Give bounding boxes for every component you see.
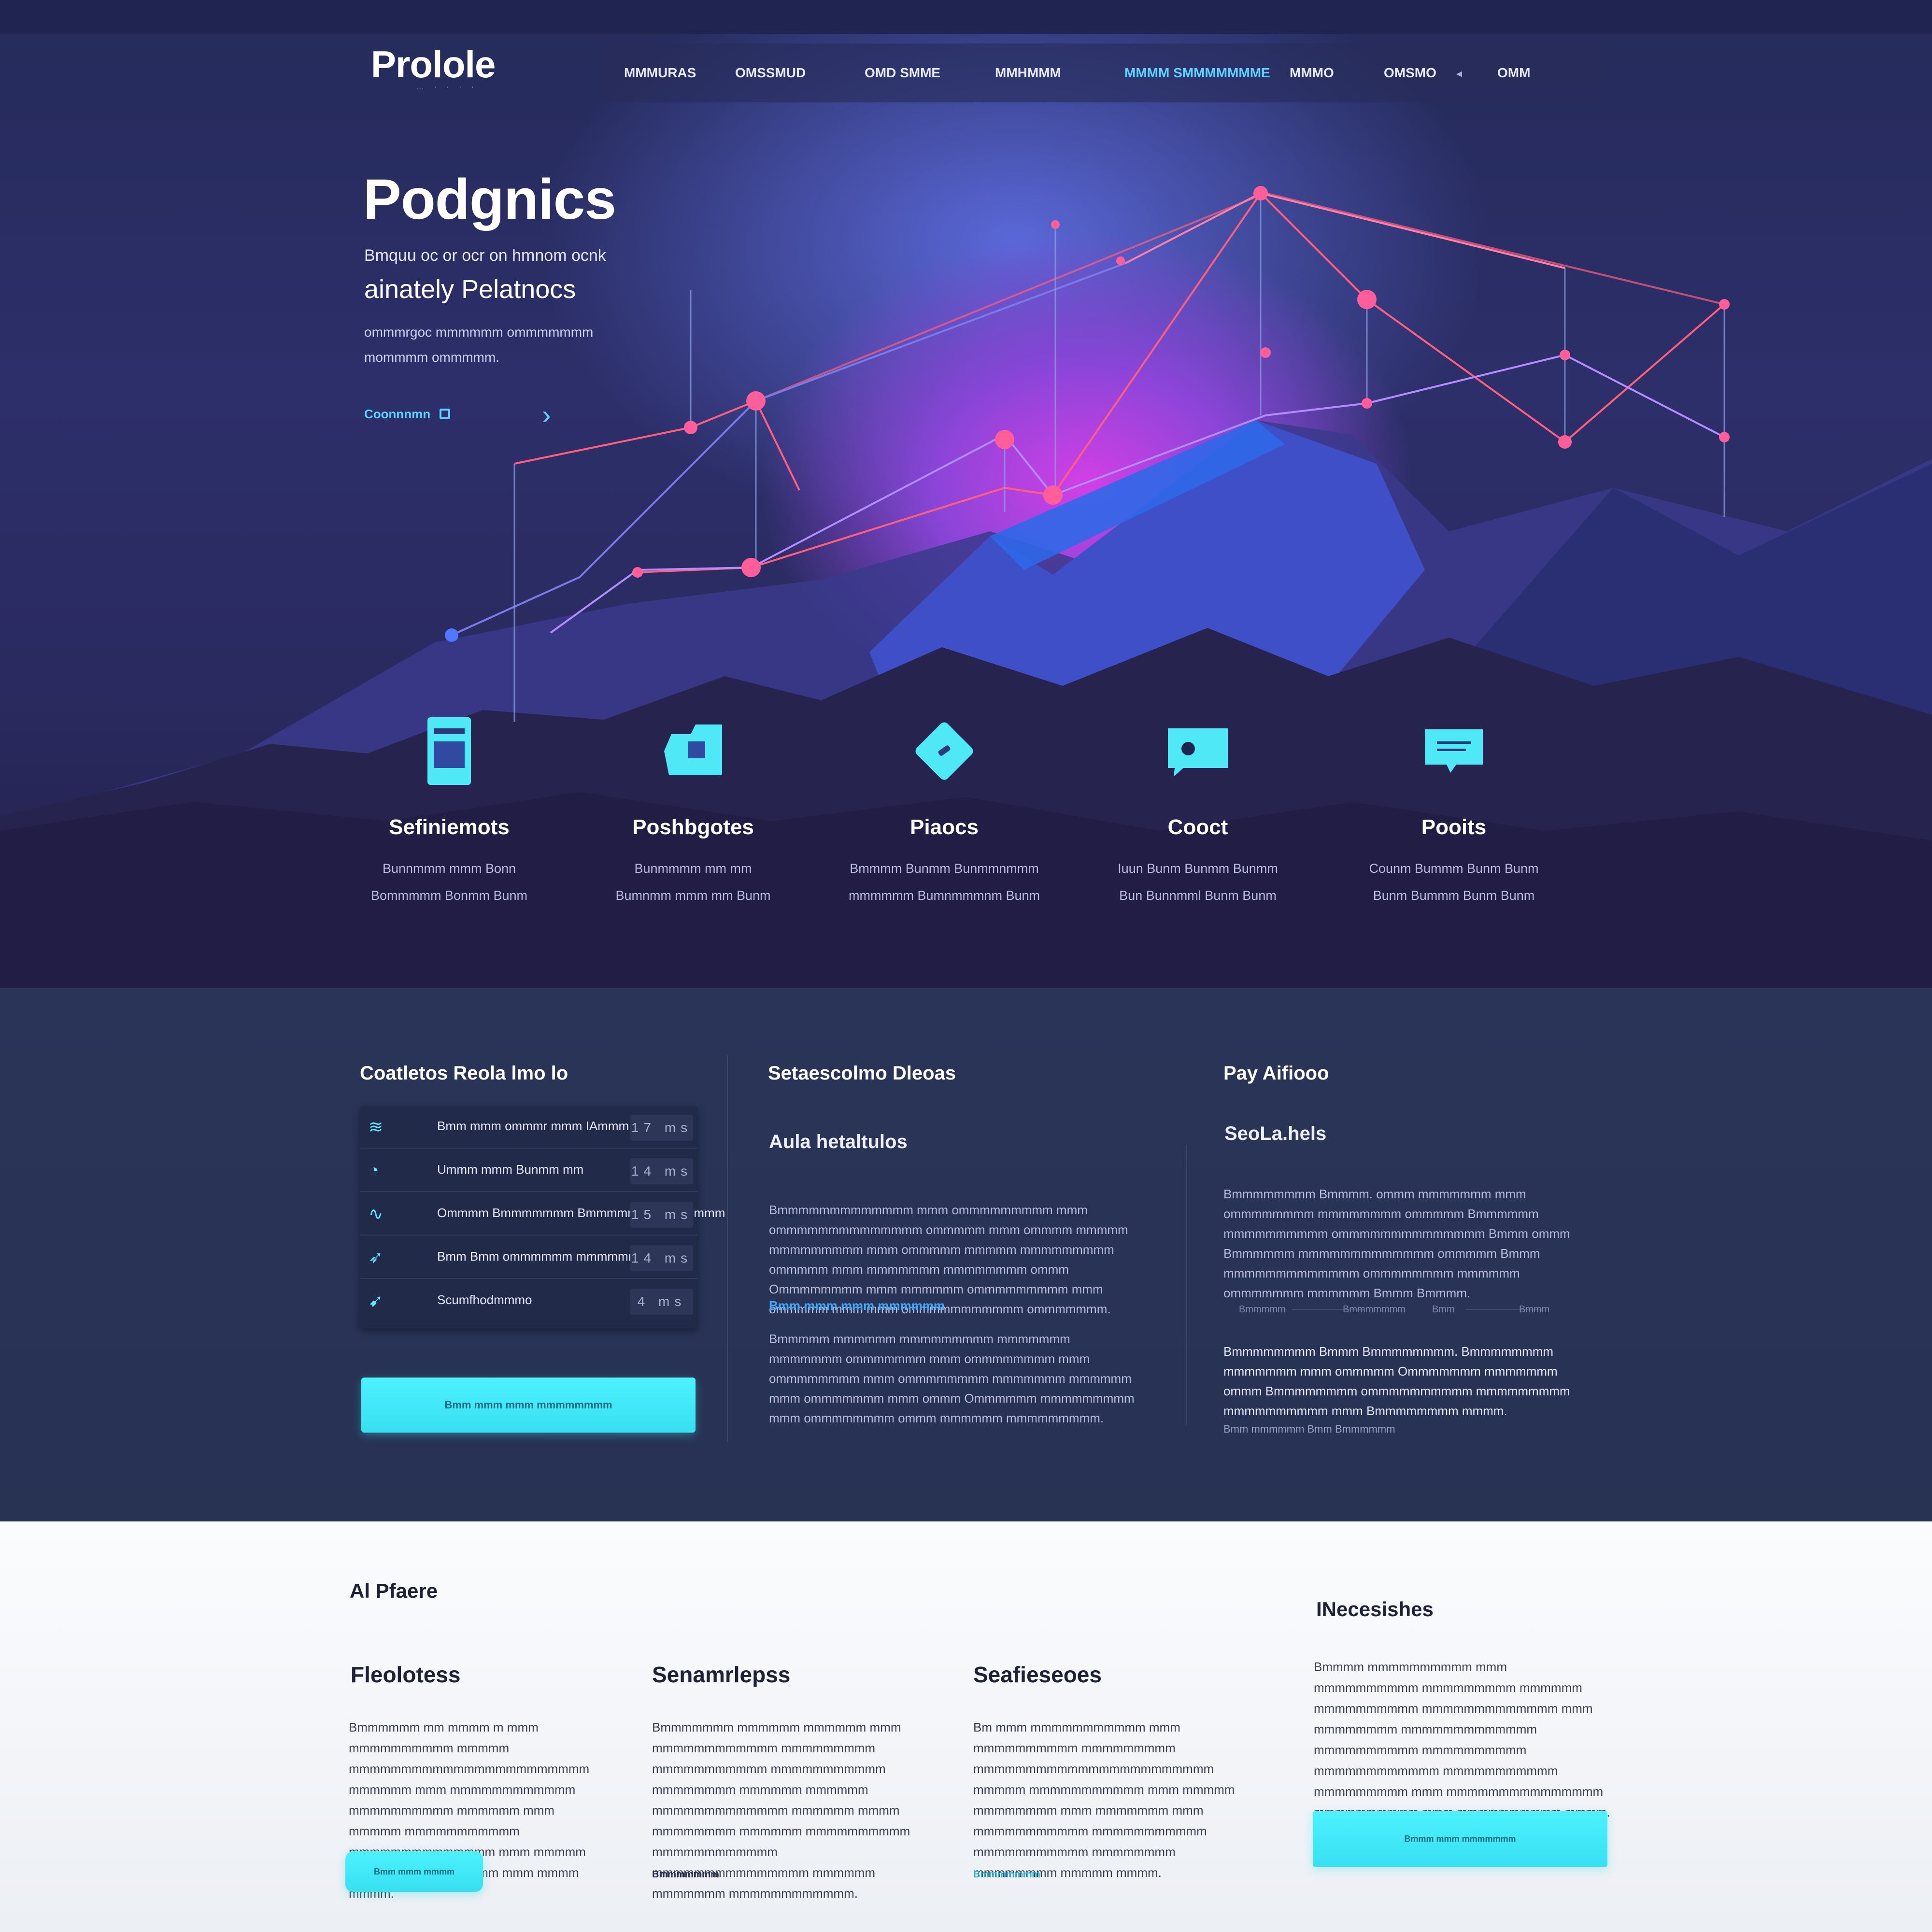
nav-item-4[interactable]: MMHMMM — [995, 65, 1061, 81]
tab[interactable]: Bmmmmm — [1239, 1304, 1286, 1315]
top-bar — [0, 0, 1932, 34]
feature-card[interactable]: Sefiniemots Bunnmmm mmm Bonn Bommmmm Bonm… — [338, 710, 560, 909]
feature-card[interactable]: Cooct Iuun Bunm Bunmm Bunmm Bun Bunnmml B… — [1087, 710, 1309, 909]
col3-footnote: Bmm mmmmmm Bmm Bmmmmmm — [1223, 1423, 1395, 1435]
gauge-icon: ◔ — [369, 1160, 379, 1180]
column-link[interactable]: Bmmmmmmm — [973, 1869, 1040, 1880]
tab[interactable]: Bmmm — [1519, 1304, 1549, 1315]
list-item[interactable]: ∿ Ommmm Bmmmmmmm Bmmmmmmmmm mmmm 15 ms — [360, 1193, 725, 1236]
nav-item-1[interactable]: MMMURAS — [624, 65, 696, 81]
nav-item-2[interactable]: OMSSMUD — [735, 65, 806, 81]
hero-subtitle: ainately Pelatnocs — [364, 275, 576, 304]
column-title: Senamrlepss — [652, 1662, 791, 1687]
nav-item-8[interactable]: OMM — [1497, 65, 1530, 81]
stats-list: ≋ Bmm mmm ommmr mmm IAmmm 17 ms ◔ Ummm m… — [360, 1106, 725, 1328]
feature-title: Poshbgotes — [632, 815, 754, 839]
list-item[interactable]: ◔ Ummm mmm Bunmm mm 14 ms — [360, 1150, 698, 1192]
hero-kicker: Bmquu oc or ocr on hmnom ocnk — [364, 246, 606, 265]
hero-title: Podgnics — [363, 168, 616, 231]
tab[interactable]: Bmm — [1432, 1304, 1455, 1315]
logo-tagline: … · · · · — [416, 83, 478, 91]
feature-card[interactable]: Poshbgotes Bunmmmm mm mm Bumnmm mmm mm Bu… — [582, 710, 804, 909]
col3-paragraph: Bmmmmmmmm Bmmmm. ommm mmmmmmm mmm ommmmm… — [1223, 1187, 1570, 1300]
feature-card[interactable]: Pooits Counm Bummm Bunm Bunm Bunm Bummm B… — [1343, 710, 1565, 909]
column-title: Fleolotess — [351, 1662, 461, 1687]
network-line-pink — [1125, 192, 1565, 269]
document-icon — [413, 710, 485, 792]
folder-icon — [657, 710, 729, 792]
divider — [727, 1055, 728, 1442]
signal-icon: ≋ — [369, 1117, 384, 1136]
list-item[interactable]: ➹ Scumfhodmmmo 4 ms — [360, 1280, 698, 1322]
feature-desc: Bunnmmm mmm Bonn Bommmmm Bonmm Bunm — [370, 861, 528, 903]
feature-title: Sefiniemots — [389, 815, 510, 839]
col2-subheading: Aula hetaltulos — [769, 1131, 908, 1152]
col2-heading: Setaescolmo Dleoas — [768, 1063, 956, 1084]
wave-icon: ∿ — [369, 1204, 384, 1223]
nav-item-6[interactable]: MMMO — [1290, 65, 1334, 81]
learn-more-button[interactable]: Bmm mmm mmmm — [345, 1851, 483, 1892]
nav-item-7[interactable]: OMSMO — [1384, 65, 1436, 81]
tab[interactable]: Bmmmmmmm — [1343, 1304, 1406, 1315]
feature-desc: Bmmmm Bunmm Bunmmnmmm mmmmmm Bumnmmmnm Bu… — [849, 861, 1040, 903]
cta-box-icon[interactable] — [440, 409, 450, 419]
feature-title: Piaocs — [910, 815, 979, 839]
column-link[interactable]: Bmmmmmmm — [652, 1869, 719, 1880]
feature-desc: Counm Bummm Bunm Bunm Bunm Bummm Bunm Bun… — [1369, 861, 1539, 903]
section-title: Al Pfaere — [350, 1579, 438, 1602]
diamond-icon — [908, 710, 980, 792]
col3-heading: Pay Aifiooo — [1223, 1063, 1329, 1084]
side-button[interactable]: Bmmm mmm mmmmmmm — [1313, 1811, 1607, 1867]
col2-link[interactable]: Bmm mmm mmm mmmmmm — [769, 1298, 945, 1313]
network-node-blue — [445, 628, 458, 642]
column-body: Bm mmm mmmmmmmmmmm mmm mmmmmmmmmm mmmmmm… — [973, 1720, 1235, 1880]
feature-desc: Iuun Bunm Bunmm Bunmm Bun Bunnmml Bunm Bu… — [1118, 861, 1278, 903]
feature-title: Pooits — [1421, 815, 1487, 839]
side-title: INecesishes — [1316, 1598, 1434, 1620]
plane-icon: ➶ — [369, 1247, 384, 1267]
col3-tabs: Bmmmmm Bmmmmmmm Bmm Bmmm — [1239, 1304, 1582, 1315]
stats-button[interactable]: Bmm mmm mmm mmmmmmmm — [361, 1378, 696, 1433]
hero-cta-link[interactable]: Coonnnmn — [364, 407, 430, 422]
features-section — [0, 1521, 1932, 1932]
chevron-left-icon[interactable]: ◂ — [1456, 67, 1462, 81]
column-title: Seafieseoes — [973, 1662, 1102, 1687]
nav-item-5[interactable]: MMMM SMMMMMMME — [1124, 65, 1270, 81]
feature-desc: Bunmmmm mm mm Bumnmm mmm mm Bunm — [615, 861, 771, 903]
col2-paragraph-2: Bmmmmm mmmmmm mmmmmmmmm mmmmmmm mmmmmmm … — [769, 1332, 1135, 1425]
message-icon — [1418, 710, 1490, 792]
col3-paragraph-2: Bmmmmmmmm Bmmm Bmmmmmmmm. Bmmmmmmmm mmmm… — [1223, 1344, 1570, 1418]
list-item[interactable]: ➶ Bmm Bmm ommmmmm mmmmmmmm 14 ms — [360, 1236, 698, 1279]
list-item[interactable]: ≋ Bmm mmm ommmr mmm IAmmm 17 ms — [360, 1106, 698, 1149]
logo[interactable]: Prolole — [371, 43, 496, 86]
hero-description: ommmrgoc mmmmmm ommmmmmm mommmm ommmmm. — [364, 325, 594, 365]
divider — [1186, 1145, 1187, 1425]
feature-card[interactable]: Piaocs Bmmmm Bunmm Bunmmnmmm mmmmmm Bumnm… — [833, 710, 1055, 909]
stats-heading: Coatletos Reola lmo lo — [360, 1063, 568, 1084]
chat-icon — [1162, 710, 1234, 792]
arrow-right-icon[interactable]: › — [542, 399, 551, 430]
side-body: Bmmmm mmmmmmmmmm mmm mmmmmmmmmm mmmmmmmm… — [1314, 1660, 1610, 1819]
feature-title: Cooct — [1167, 815, 1228, 839]
col3-subheading: SeoLa.hels — [1224, 1123, 1327, 1144]
nav-item-3[interactable]: OMD SMME — [865, 65, 940, 81]
rocket-icon: ➹ — [369, 1291, 384, 1310]
